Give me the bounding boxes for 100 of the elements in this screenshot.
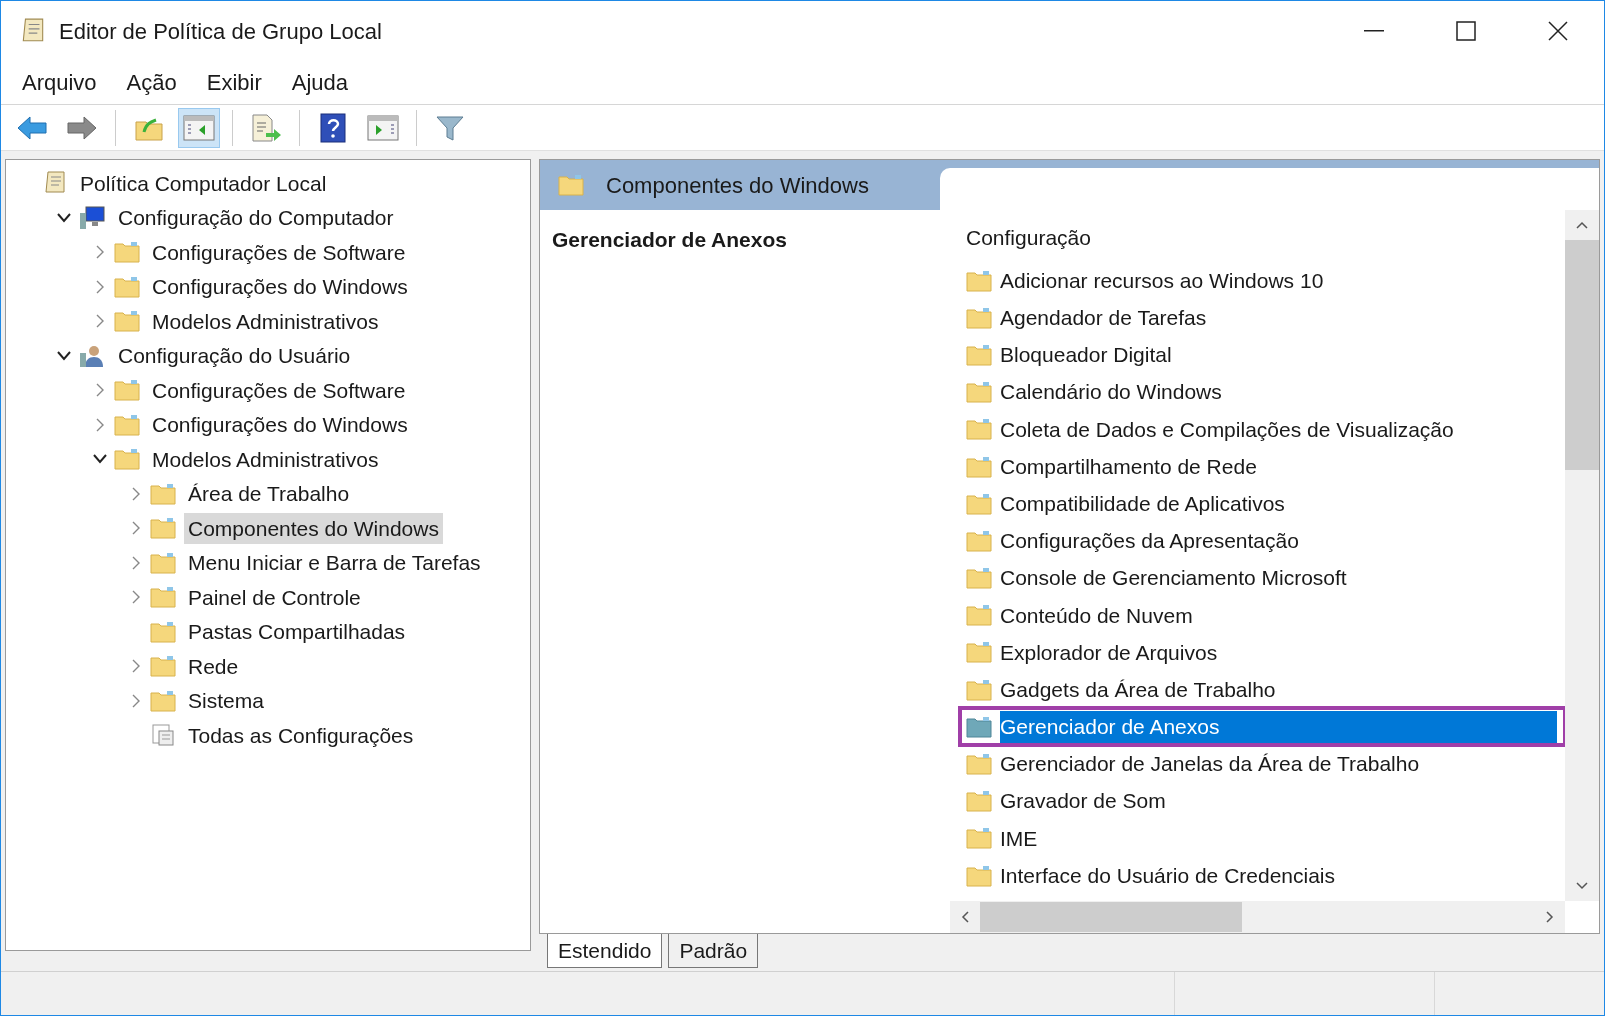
collapse-chevron-icon[interactable] [92, 453, 108, 466]
list-row[interactable]: Conteúdo de Nuvem [960, 596, 1565, 634]
menu-item[interactable]: Arquivo [22, 66, 97, 99]
list-row[interactable]: Bloqueador Digital [960, 336, 1565, 374]
expand-chevron-icon[interactable] [131, 692, 141, 709]
folder-icon [966, 715, 992, 738]
tree-item[interactable]: Modelos Administrativos [148, 305, 383, 337]
list-row[interactable]: Compatibilidade de Aplicativos [960, 485, 1565, 523]
tree-item[interactable]: Modelos Administrativos [148, 443, 383, 475]
tree-item[interactable]: Configuração do Computador [114, 202, 398, 234]
expand-chevron-icon[interactable] [95, 416, 105, 433]
forward-arrow-icon[interactable] [66, 113, 98, 142]
expand-chevron-icon[interactable] [95, 382, 105, 399]
back-arrow-icon[interactable] [16, 113, 48, 142]
list-item-label: Gadgets da Área de Trabalho [1000, 676, 1277, 703]
expand-chevron-icon[interactable] [95, 278, 105, 295]
list-item-label: Bloqueador Digital [1000, 342, 1173, 369]
folder-icon [150, 551, 176, 574]
tree-item[interactable]: Sistema [184, 685, 268, 717]
tree-item[interactable]: Todas as Configurações [184, 719, 418, 751]
folder-icon [966, 418, 992, 441]
expand-chevron-icon[interactable] [131, 554, 141, 571]
tree-item[interactable]: Menu Iniciar e Barra de Tarefas [184, 547, 485, 579]
show-pane-icon[interactable] [367, 114, 399, 141]
folder-icon [150, 655, 176, 678]
tree-item[interactable]: Política Computador Local [76, 167, 331, 199]
list-row[interactable]: Agendador de Tarefas [960, 299, 1565, 337]
folder-icon [150, 620, 176, 643]
folder-icon [966, 306, 992, 329]
folder-icon [966, 381, 992, 404]
collapse-chevron-icon[interactable] [56, 349, 72, 362]
list-row[interactable]: Gadgets da Área de Trabalho [960, 671, 1565, 709]
list-row[interactable]: Compartilhamento de Rede [960, 447, 1565, 486]
view-tab[interactable]: Padrão [668, 934, 759, 968]
folder-icon [966, 864, 992, 887]
list-row[interactable]: Gerenciador de Anexos [960, 708, 1565, 746]
menu-item[interactable]: Ação [126, 66, 177, 99]
list-item-label: Explorador de Arquivos [1000, 639, 1219, 666]
list-row[interactable]: Gerenciador de Janelas da Área de Trabalho [960, 745, 1565, 783]
collapse-chevron-icon[interactable] [56, 211, 72, 224]
list-row[interactable]: Interface do Usuário de Credenciais [960, 857, 1565, 895]
list-item-label: Calendário do Windows [1000, 379, 1223, 406]
tree-item[interactable]: Rede [184, 650, 243, 682]
minimize-icon [1364, 30, 1384, 32]
list-item-label: Configurações da Apresentação [1000, 528, 1300, 555]
expand-chevron-icon[interactable] [131, 658, 141, 675]
help-icon[interactable] [320, 112, 346, 143]
folder-icon [966, 567, 992, 590]
tree-item[interactable]: Configuração do Usuário [114, 340, 355, 372]
list-row[interactable]: Configurações da Apresentação [960, 522, 1565, 560]
list-item-label: Gravador de Som [1000, 788, 1167, 815]
show-tree-icon[interactable] [183, 114, 215, 141]
expand-chevron-icon[interactable] [95, 313, 105, 330]
folder-icon [966, 641, 992, 664]
folder-icon [114, 241, 140, 264]
folder-icon [966, 269, 992, 292]
horizontal-scrollbar[interactable] [950, 901, 1565, 933]
tree-item[interactable]: Configurações do Windows [148, 409, 412, 441]
menu-item[interactable]: Exibir [206, 66, 262, 99]
folder-icon [114, 379, 140, 402]
folder-icon [114, 413, 140, 436]
list-item-label: Coleta de Dados e Compilações de Visualização [1000, 416, 1455, 443]
tree-item[interactable]: Componentes do Windows [184, 512, 443, 544]
list-item-label: Adicionar recursos ao Windows 10 [1000, 267, 1325, 294]
folder-icon [966, 455, 992, 478]
scrollbar-thumb[interactable] [980, 902, 1242, 932]
window-title: Editor de Política de Grupo Local [59, 17, 382, 46]
view-tab[interactable]: Estendido [547, 934, 663, 968]
selected-item-heading: Gerenciador de Anexos [552, 228, 787, 251]
expand-chevron-icon[interactable] [131, 589, 141, 606]
list-item-label: Agendador de Tarefas [1000, 305, 1208, 332]
list-row[interactable]: Explorador de Arquivos [960, 633, 1565, 672]
tree-item[interactable]: Painel de Controle [184, 581, 365, 613]
expand-chevron-icon[interactable] [95, 244, 105, 261]
folder-icon [966, 604, 992, 627]
list-row[interactable]: Coleta de Dados e Compilações de Visualização [960, 410, 1565, 448]
tree-item[interactable]: Configurações do Windows [148, 271, 412, 303]
folder-icon [966, 753, 992, 776]
tree-item[interactable]: Área de Trabalho [184, 478, 354, 510]
expand-chevron-icon[interactable] [131, 520, 141, 537]
list-item-label: Conteúdo de Nuvem [1000, 602, 1194, 629]
list-row[interactable]: IME [960, 819, 1565, 857]
list-row[interactable]: Gravador de Som [960, 782, 1565, 820]
list-row[interactable]: Adicionar recursos ao Windows 10 [960, 262, 1565, 300]
list-row[interactable]: Calendário do Windows [960, 373, 1565, 411]
computer-icon [78, 204, 106, 231]
expand-chevron-icon[interactable] [131, 485, 141, 502]
list-row[interactable]: Console de Gerenciamento Microsoft [960, 559, 1565, 597]
folder-icon [114, 275, 140, 298]
tree-item[interactable]: Configurações de Software [148, 374, 410, 406]
folder-icon [966, 529, 992, 552]
folder-icon [966, 790, 992, 813]
list-item-label: Interface do Usuário de Credenciais [1000, 862, 1336, 889]
close-icon [1548, 21, 1568, 41]
menu-item[interactable]: Ajuda [291, 66, 349, 99]
tree-item[interactable]: Configurações de Software [148, 236, 410, 268]
vertical-scrollbar[interactable] [1565, 210, 1599, 901]
tree-item[interactable]: Pastas Compartilhadas [184, 616, 410, 648]
maximize-icon [1456, 21, 1476, 41]
scrollbar-thumb[interactable] [1565, 240, 1599, 470]
